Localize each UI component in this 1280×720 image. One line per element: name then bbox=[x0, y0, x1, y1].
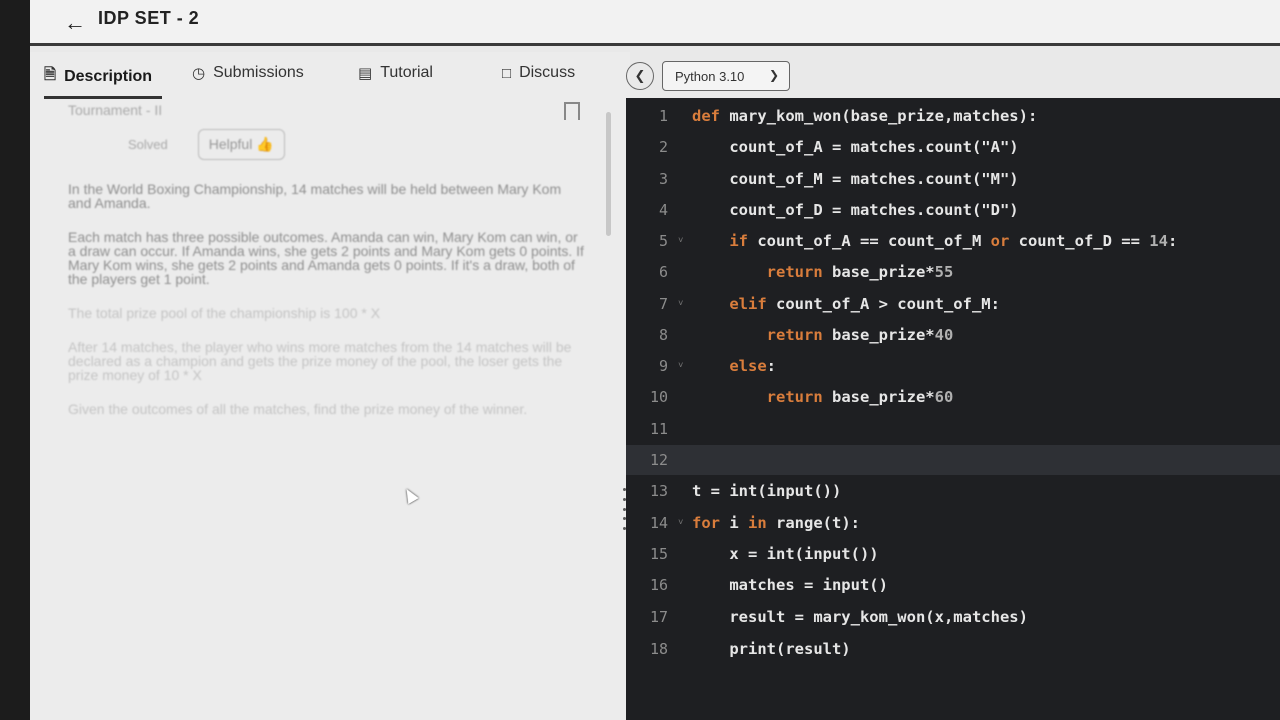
line-number: 16 bbox=[649, 576, 668, 594]
code-line[interactable]: 2 count_of_A = matches.count("A") bbox=[626, 132, 1280, 162]
description-paragraph: In the World Boxing Championship, 14 mat… bbox=[68, 181, 562, 211]
chevron-down-icon: ❯ bbox=[768, 68, 779, 82]
code-text: print(result) bbox=[692, 640, 851, 658]
line-number: 1 bbox=[658, 107, 668, 125]
tab-label: Submissions bbox=[213, 64, 304, 81]
tab-label: Description bbox=[64, 67, 153, 85]
line-number: 12 bbox=[649, 451, 668, 469]
description-paragraph: After 14 matches, the player who wins mo… bbox=[68, 339, 572, 383]
code-text: def mary_kom_won(base_prize,matches): bbox=[692, 107, 1038, 125]
document-icon: 🗎 bbox=[44, 66, 57, 83]
line-number: 2 bbox=[658, 138, 668, 156]
page-title: IDP SET - 2 bbox=[98, 8, 200, 28]
code-line[interactable]: 9 ˅ else: bbox=[626, 351, 1280, 381]
status-badge: Solved bbox=[128, 136, 168, 152]
description-paragraph: The total prize pool of the championship… bbox=[68, 305, 381, 321]
tab-description[interactable]: 🗎 Description bbox=[44, 64, 152, 89]
description-panel[interactable]: Tournament - II Solved Helpful 👍 In the … bbox=[30, 100, 626, 720]
line-number: 13 bbox=[649, 482, 668, 500]
code-line[interactable]: 13 t = int(input()) bbox=[626, 476, 1280, 506]
line-number: 11 bbox=[649, 420, 668, 438]
code-text: count_of_D = matches.count("D") bbox=[692, 201, 1019, 219]
scrollbar[interactable] bbox=[606, 112, 611, 236]
code-line[interactable]: 17 result = mary_kom_won(x,matches) bbox=[626, 602, 1280, 632]
meta-row: Solved Helpful 👍 bbox=[68, 126, 588, 162]
code-line[interactable]: 6 return base_prize*55 bbox=[626, 257, 1280, 287]
line-number: 18 bbox=[649, 640, 668, 658]
thumbs-up-icon: 👍 bbox=[256, 135, 274, 152]
line-number: 6 bbox=[658, 263, 668, 281]
code-text: matches = input() bbox=[692, 576, 888, 594]
code-editor[interactable]: 1 def mary_kom_won(base_prize,matches): 2 … bbox=[626, 98, 1280, 720]
code-text: t = int(input()) bbox=[692, 482, 842, 500]
fold-chevron-icon[interactable]: ˅ bbox=[678, 236, 686, 246]
code-line[interactable]: 14 ˅ for i in range(t): bbox=[626, 508, 1280, 538]
code-text: return base_prize*60 bbox=[766, 388, 954, 406]
code-line[interactable]: 18 print(result) bbox=[626, 634, 1280, 664]
line-number: 7 bbox=[658, 295, 668, 313]
line-number: 9 bbox=[658, 357, 668, 375]
tab-submissions[interactable]: ◷ Submissions bbox=[192, 64, 304, 82]
active-tab-indicator bbox=[44, 96, 162, 99]
chat-icon: □ bbox=[502, 64, 512, 82]
helpful-button[interactable]: Helpful 👍 bbox=[197, 128, 285, 160]
tab-discuss[interactable]: □ Discuss bbox=[502, 64, 575, 82]
fold-chevron-icon[interactable]: ˅ bbox=[678, 299, 686, 309]
description-paragraph: Given the outcomes of all the matches, f… bbox=[68, 401, 528, 417]
clock-icon: ◷ bbox=[192, 65, 206, 82]
problem-heading: Tournament - II bbox=[68, 102, 163, 118]
code-text: else: bbox=[729, 357, 776, 375]
line-number: 17 bbox=[649, 608, 668, 626]
arrow-left-icon[interactable]: ← bbox=[60, 8, 90, 38]
tab-bar: 🗎 Description ◷ Submissions ▤ Tutorial □… bbox=[30, 52, 630, 100]
line-number: 3 bbox=[658, 170, 668, 188]
line-number: 4 bbox=[658, 201, 668, 219]
bookmark-icon[interactable] bbox=[564, 102, 580, 120]
code-text: result = mary_kom_won(x,matches) bbox=[692, 608, 1028, 626]
line-number: 15 bbox=[649, 545, 668, 563]
code-line[interactable]: 15 x = int(input()) bbox=[626, 539, 1280, 569]
mouse-cursor-icon bbox=[401, 485, 419, 505]
description-paragraph: Each match has three possible outcomes. … bbox=[68, 229, 584, 287]
code-line[interactable]: 7 ˅ elif count_of_A > count_of_M: bbox=[626, 289, 1280, 319]
code-line[interactable]: 10 return base_prize*60 bbox=[626, 382, 1280, 412]
code-text: for i in range(t): bbox=[692, 514, 860, 532]
code-line[interactable]: 5 ˅ if count_of_A == count_of_M or count_… bbox=[626, 226, 1280, 256]
code-line[interactable]: 12 bbox=[626, 445, 1280, 475]
code-line[interactable]: 8 return base_prize*40 bbox=[626, 320, 1280, 350]
top-bar: ← IDP SET - 2 bbox=[30, 0, 1280, 46]
code-line[interactable]: 16 matches = input() bbox=[626, 570, 1280, 600]
line-number: 14 bbox=[649, 514, 668, 532]
helpful-label: Helpful bbox=[208, 135, 253, 152]
code-line[interactable]: 1 def mary_kom_won(base_prize,matches): bbox=[626, 101, 1280, 131]
screen: ← IDP SET - 2 🗎 Description ◷ Submission… bbox=[30, 0, 1280, 720]
line-number: 5 bbox=[658, 232, 668, 250]
code-line[interactable]: 11 bbox=[626, 414, 1280, 444]
language-value: Python 3.10 bbox=[675, 68, 745, 84]
line-number: 8 bbox=[658, 326, 668, 344]
tab-label: Discuss bbox=[519, 64, 576, 81]
code-text: x = int(input()) bbox=[692, 545, 879, 563]
code-line[interactable]: 4 count_of_D = matches.count("D") bbox=[626, 195, 1280, 225]
chevron-left-icon[interactable]: ❮ bbox=[626, 62, 654, 90]
code-text: if count_of_A == count_of_M or count_of_… bbox=[729, 232, 1178, 250]
tab-tutorial[interactable]: ▤ Tutorial bbox=[358, 64, 433, 82]
language-select[interactable]: Python 3.10 ❯ bbox=[662, 61, 790, 91]
line-number: 10 bbox=[649, 388, 668, 406]
code-text: count_of_M = matches.count("M") bbox=[692, 170, 1019, 188]
code-text: return base_prize*55 bbox=[766, 263, 954, 281]
code-line[interactable]: 3 count_of_M = matches.count("M") bbox=[626, 164, 1280, 194]
code-text: count_of_A = matches.count("A") bbox=[692, 138, 1019, 156]
book-icon: ▤ bbox=[358, 65, 373, 82]
fold-chevron-icon[interactable]: ˅ bbox=[678, 361, 686, 371]
tab-label: Tutorial bbox=[380, 64, 433, 81]
description-content: Tournament - II Solved Helpful 👍 In the … bbox=[68, 100, 588, 416]
code-text: return base_prize*40 bbox=[766, 326, 954, 344]
fold-chevron-icon[interactable]: ˅ bbox=[678, 518, 686, 528]
code-text: elif count_of_A > count_of_M: bbox=[729, 295, 1000, 313]
